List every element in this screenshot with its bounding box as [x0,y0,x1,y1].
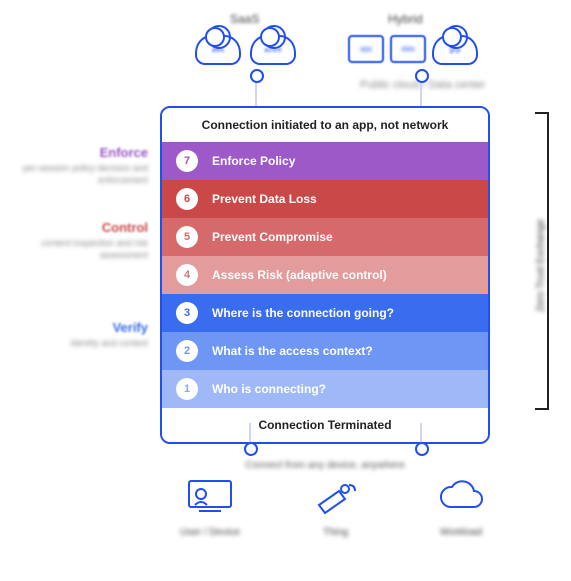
step-label: Who is connecting? [212,382,326,396]
stack-row: 7 Enforce Policy [162,142,488,180]
cloud-icon: azure [250,35,296,65]
connector-line [255,76,257,106]
bottom-note: Connect from any device, anywhere [220,460,430,471]
right-bracket-label: Zero Trust Exchange [536,186,547,346]
cloud-icon: gcp [432,35,478,65]
app-box-icon: data [390,35,426,63]
connector-line [249,423,251,449]
cloud-icon: aws [195,35,241,65]
step-number: 1 [176,378,198,400]
section-label-verify: Verify identity and context [8,320,148,350]
stack-row: 2 What is the access context? [162,332,488,370]
connector-line [420,423,422,449]
bottom-icons-row: User / Device Thing Workload [160,475,511,575]
bottom-item-thing: Thing [286,475,386,575]
bottom-item-workload: Workload [411,475,511,575]
stack-row: 5 Prevent Compromise [162,218,488,256]
step-label: Where is the connection going? [212,306,394,320]
bottom-item-user: User / Device [160,475,260,575]
user-device-icon [184,475,236,519]
section-label-control: Control content inspection and risk asse… [8,220,148,261]
step-number: 2 [176,340,198,362]
section-label-enforce: Enforce per-session policy decision and … [8,145,148,186]
top-icons-row: aws azure app data gcp Public cloud / Da… [0,35,571,85]
step-number: 7 [176,150,198,172]
step-label: Prevent Compromise [212,230,333,244]
step-number: 3 [176,302,198,324]
step-number: 6 [176,188,198,210]
stack-header: Connection initiated to an app, not netw… [162,108,488,142]
stack-row: 3 Where is the connection going? [162,294,488,332]
step-number: 5 [176,226,198,248]
step-label: Enforce Policy [212,154,295,168]
top-label-saas: SaaS [230,12,259,26]
stack-footer: Connection Terminated [162,408,488,442]
thing-icon [310,475,362,519]
top-label-hybrid: Hybrid [388,12,423,26]
zero-trust-stack: Connection initiated to an app, not netw… [160,106,490,444]
workload-cloud-icon [435,475,487,519]
step-label: What is the access context? [212,344,373,358]
stack-row: 1 Who is connecting? [162,370,488,408]
stack-row: 6 Prevent Data Loss [162,180,488,218]
stack-row: 4 Assess Risk (adaptive control) [162,256,488,294]
step-label: Prevent Data Loss [212,192,317,206]
connector-line [420,76,422,106]
app-box-icon: app [348,35,384,63]
step-number: 4 [176,264,198,286]
step-label: Assess Risk (adaptive control) [212,268,387,282]
